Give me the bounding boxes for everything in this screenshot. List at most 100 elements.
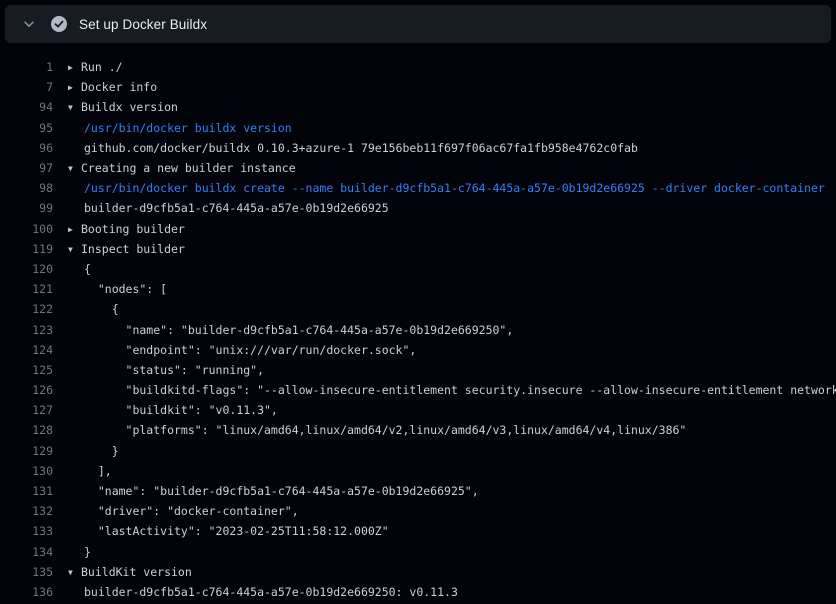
- group-title: Docker info: [81, 80, 157, 94]
- log-output-text: {: [68, 302, 119, 316]
- line-number[interactable]: 120: [0, 262, 53, 276]
- check-circle-icon: [51, 16, 67, 32]
- line-number[interactable]: 97: [0, 161, 53, 175]
- log-line: 1 ▶Run ./: [0, 57, 836, 77]
- log-output-text: builder-d9cfb5a1-c764-445a-a57e-0b19d2e6…: [68, 201, 389, 215]
- log-line: 123 "name": "builder-d9cfb5a1-c764-445a-…: [0, 319, 836, 339]
- line-number[interactable]: 1: [0, 60, 53, 74]
- line-number[interactable]: 99: [0, 201, 53, 215]
- line-number[interactable]: 119: [0, 242, 53, 256]
- log-line: 97 ▼Creating a new builder instance: [0, 158, 836, 178]
- line-number[interactable]: 132: [0, 504, 53, 518]
- line-number[interactable]: 124: [0, 343, 53, 357]
- log-output-text: "platforms": "linux/amd64,linux/amd64/v2…: [68, 423, 686, 437]
- log-group-header-collapsed[interactable]: ▶Run ./: [68, 60, 123, 74]
- log-line: 133 "lastActivity": "2023-02-25T11:58:12…: [0, 521, 836, 541]
- line-number[interactable]: 135: [0, 565, 53, 579]
- log-line: 98/usr/bin/docker buildx create --name b…: [0, 178, 836, 198]
- triangle-down-icon[interactable]: ▼: [68, 568, 81, 577]
- log-output-text: "name": "builder-d9cfb5a1-c764-445a-a57e…: [68, 484, 479, 498]
- log-output-text: "buildkit": "v0.11.3",: [68, 403, 278, 417]
- log-viewer: 1▶Run ./7▶Docker info94▼Buildx version95…: [0, 43, 836, 602]
- log-output-text: }: [68, 444, 119, 458]
- line-number[interactable]: 95: [0, 121, 53, 135]
- log-line: 129 }: [0, 441, 836, 461]
- log-line: 121 "nodes": [: [0, 279, 836, 299]
- triangle-right-icon[interactable]: ▶: [68, 225, 81, 234]
- log-line: 124 "endpoint": "unix:///var/run/docker.…: [0, 340, 836, 360]
- log-output-text: "driver": "docker-container",: [68, 504, 299, 518]
- group-title: Inspect builder: [81, 242, 185, 256]
- triangle-down-icon[interactable]: ▼: [68, 164, 81, 173]
- log-output-text: github.com/docker/buildx 0.10.3+azure-1 …: [68, 141, 638, 155]
- log-line: 132 "driver": "docker-container",: [0, 501, 836, 521]
- group-title: Creating a new builder instance: [81, 161, 296, 175]
- line-number[interactable]: 121: [0, 282, 53, 296]
- line-number[interactable]: 129: [0, 444, 53, 458]
- step-header[interactable]: Set up Docker Buildx: [5, 5, 831, 43]
- group-title: Buildx version: [81, 100, 178, 114]
- log-line: 131 "name": "builder-d9cfb5a1-c764-445a-…: [0, 481, 836, 501]
- line-number[interactable]: 127: [0, 403, 53, 417]
- chevron-down-icon[interactable]: [21, 16, 37, 32]
- line-number[interactable]: 133: [0, 524, 53, 538]
- log-line: 95/usr/bin/docker buildx version: [0, 118, 836, 138]
- log-output-text: {: [68, 262, 91, 276]
- line-number[interactable]: 125: [0, 363, 53, 377]
- log-line: 120 {: [0, 259, 836, 279]
- line-number[interactable]: 123: [0, 323, 53, 337]
- triangle-down-icon[interactable]: ▼: [68, 245, 81, 254]
- line-number[interactable]: 126: [0, 383, 53, 397]
- log-output-text: "status": "running",: [68, 363, 264, 377]
- log-group-header-collapsed[interactable]: ▶Booting builder: [68, 222, 185, 236]
- log-line: 134}: [0, 542, 836, 562]
- triangle-right-icon[interactable]: ▶: [68, 63, 81, 72]
- log-line: 135 ▼BuildKit version: [0, 562, 836, 582]
- log-line: 126 "buildkitd-flags": "--allow-insecure…: [0, 380, 836, 400]
- log-line: 130 ],: [0, 461, 836, 481]
- log-line: 119 ▼Inspect builder: [0, 239, 836, 259]
- step-title: Set up Docker Buildx: [79, 17, 207, 32]
- log-output-text: }: [68, 545, 91, 559]
- line-number[interactable]: 128: [0, 423, 53, 437]
- log-group-header-expanded[interactable]: ▼Buildx version: [68, 100, 178, 114]
- log-group-header-expanded[interactable]: ▼BuildKit version: [68, 565, 192, 579]
- line-number[interactable]: 130: [0, 464, 53, 478]
- triangle-right-icon[interactable]: ▶: [68, 83, 81, 92]
- group-title: Booting builder: [81, 222, 185, 236]
- line-number[interactable]: 94: [0, 100, 53, 114]
- log-command-text: /usr/bin/docker buildx create --name bui…: [68, 181, 825, 195]
- line-number[interactable]: 7: [0, 80, 53, 94]
- line-number[interactable]: 122: [0, 302, 53, 316]
- log-output-text: builder-d9cfb5a1-c764-445a-a57e-0b19d2e6…: [68, 585, 458, 599]
- log-line: 96 github.com/docker/buildx 0.10.3+azure-…: [0, 138, 836, 158]
- log-line: 94 ▼Buildx version: [0, 97, 836, 117]
- group-title: BuildKit version: [81, 565, 192, 579]
- line-number[interactable]: 134: [0, 545, 53, 559]
- log-group-header-expanded[interactable]: ▼Creating a new builder instance: [68, 161, 296, 175]
- log-line: 136 builder-d9cfb5a1-c764-445a-a57e-0b19d…: [0, 582, 836, 602]
- log-output-text: ],: [68, 464, 112, 478]
- log-line: 122 {: [0, 299, 836, 319]
- triangle-down-icon[interactable]: ▼: [68, 103, 81, 112]
- group-title: Run ./: [81, 60, 123, 74]
- log-group-header-collapsed[interactable]: ▶Docker info: [68, 80, 157, 94]
- log-line: 127 "buildkit": "v0.11.3",: [0, 400, 836, 420]
- log-group-header-expanded[interactable]: ▼Inspect builder: [68, 242, 185, 256]
- log-line: 100 ▶Booting builder: [0, 219, 836, 239]
- log-output-text: "buildkitd-flags": "--allow-insecure-ent…: [68, 383, 836, 397]
- line-number[interactable]: 131: [0, 484, 53, 498]
- log-line: 128 "platforms": "linux/amd64,linux/amd6…: [0, 420, 836, 440]
- log-output-text: "lastActivity": "2023-02-25T11:58:12.000…: [68, 524, 389, 538]
- log-command-text: /usr/bin/docker buildx version: [68, 121, 292, 135]
- line-number[interactable]: 98: [0, 181, 53, 195]
- log-output-text: "nodes": [: [68, 282, 167, 296]
- line-number[interactable]: 100: [0, 222, 53, 236]
- log-output-text: "name": "builder-d9cfb5a1-c764-445a-a57e…: [68, 323, 513, 337]
- log-line: 99 builder-d9cfb5a1-c764-445a-a57e-0b19d2…: [0, 198, 836, 218]
- log-line: 7 ▶Docker info: [0, 77, 836, 97]
- line-number[interactable]: 96: [0, 141, 53, 155]
- line-number[interactable]: 136: [0, 585, 53, 599]
- log-output-text: "endpoint": "unix:///var/run/docker.sock…: [68, 343, 416, 357]
- log-line: 125 "status": "running",: [0, 360, 836, 380]
